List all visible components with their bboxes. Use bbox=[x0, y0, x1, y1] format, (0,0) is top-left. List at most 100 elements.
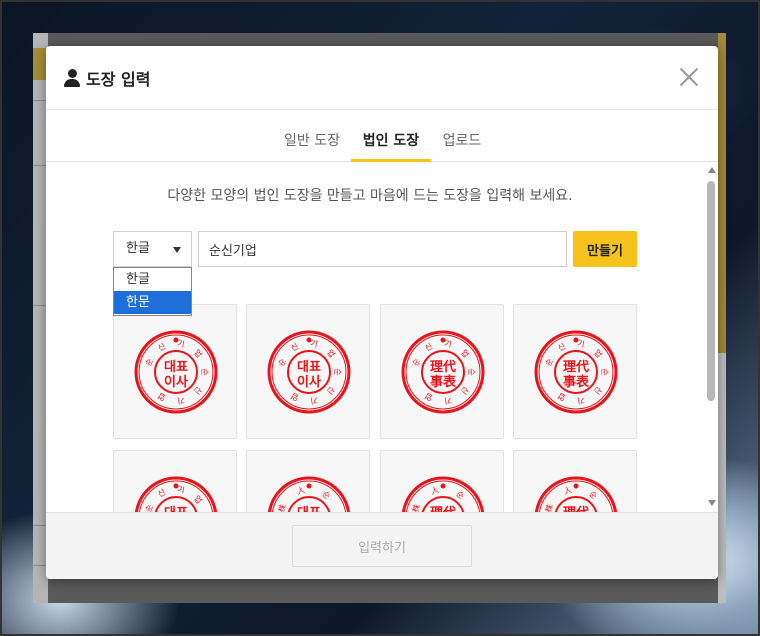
svg-text:事表: 事表 bbox=[430, 374, 457, 390]
svg-text:신: 신 bbox=[156, 488, 167, 499]
modal-header: 도장 입력 bbox=[46, 46, 718, 110]
seal-stamp-image: 순신 기업순신기업理代事表 bbox=[534, 330, 618, 414]
svg-text:순: 순 bbox=[467, 368, 476, 375]
svg-text:순: 순 bbox=[544, 357, 555, 367]
svg-text:신: 신 bbox=[289, 342, 300, 353]
seal-card[interactable]: 株人순신기업대표이사 bbox=[246, 450, 370, 512]
svg-text:人: 人 bbox=[430, 485, 440, 496]
content-scrollbar[interactable] bbox=[705, 163, 718, 512]
dropdown-option-hangul[interactable]: 한글 bbox=[114, 268, 191, 291]
svg-text:기: 기 bbox=[177, 339, 186, 349]
background-divider bbox=[33, 565, 47, 566]
tab-corporate-seal[interactable]: 법인 도장 bbox=[351, 130, 431, 162]
dropdown-option-hanja[interactable]: 한문 bbox=[114, 291, 191, 314]
svg-text:理代: 理代 bbox=[563, 359, 589, 375]
submit-button[interactable]: 입력하기 bbox=[292, 525, 472, 567]
svg-text:업: 업 bbox=[289, 391, 300, 402]
seal-card[interactable]: 순 신 기 업 순 신 기 업 理代 事表 bbox=[380, 304, 504, 439]
seal-content-area: 다양한 모양의 법인 도장을 만들고 마음에 드는 도장을 입력해 보세요. 한… bbox=[46, 163, 718, 512]
svg-text:순: 순 bbox=[411, 357, 422, 367]
svg-text:기: 기 bbox=[177, 395, 186, 405]
svg-text:업: 업 bbox=[192, 348, 204, 359]
background-divider bbox=[33, 305, 47, 306]
svg-text:기: 기 bbox=[444, 395, 453, 405]
svg-text:신: 신 bbox=[423, 342, 434, 353]
seal-card[interactable]: 순신기업순신기업대표이사 bbox=[246, 304, 370, 439]
svg-text:기: 기 bbox=[310, 339, 319, 349]
scrollbar-thumb[interactable] bbox=[707, 181, 715, 401]
svg-text:事表: 事表 bbox=[563, 374, 590, 390]
tab-upload[interactable]: 업로드 bbox=[440, 130, 484, 162]
svg-text:순: 순 bbox=[144, 503, 155, 512]
seal-input-modal: 도장 입력 일반 도장 법인 도장 업로드 다양한 모양의 법인 도장을 만들고… bbox=[46, 46, 718, 579]
svg-text:株: 株 bbox=[543, 503, 555, 512]
svg-text:순: 순 bbox=[454, 489, 465, 501]
svg-text:신: 신 bbox=[459, 385, 471, 396]
svg-text:株: 株 bbox=[410, 503, 422, 512]
svg-text:理代: 理代 bbox=[563, 505, 589, 512]
svg-text:이사: 이사 bbox=[297, 374, 321, 390]
svg-text:대표: 대표 bbox=[297, 360, 321, 375]
svg-text:기: 기 bbox=[577, 339, 586, 349]
svg-text:人: 人 bbox=[563, 485, 573, 496]
svg-text:人: 人 bbox=[296, 485, 306, 496]
svg-text:순: 순 bbox=[200, 368, 209, 375]
svg-text:신: 신 bbox=[592, 385, 604, 396]
svg-text:순: 순 bbox=[144, 357, 155, 367]
background-divider bbox=[33, 165, 47, 166]
svg-text:기: 기 bbox=[444, 339, 453, 349]
chevron-down-icon bbox=[173, 247, 181, 253]
background-divider bbox=[33, 525, 47, 526]
modal-title: 도장 입력 bbox=[86, 70, 151, 89]
svg-text:업: 업 bbox=[592, 348, 604, 359]
seal-stamp-image: 株人순신기업대표이사 bbox=[267, 476, 351, 512]
svg-text:기: 기 bbox=[177, 485, 186, 495]
seal-stamp-image: 순신 기업순신기업理代事表 bbox=[401, 330, 485, 414]
svg-text:순: 순 bbox=[320, 489, 331, 501]
svg-text:理代: 理代 bbox=[430, 505, 456, 512]
svg-text:업: 업 bbox=[156, 391, 167, 402]
description-text: 다양한 모양의 법인 도장을 만들고 마음에 드는 도장을 입력해 보세요. bbox=[167, 188, 573, 204]
svg-text:대표: 대표 bbox=[164, 360, 188, 375]
svg-text:신: 신 bbox=[556, 342, 567, 353]
tab-general-seal[interactable]: 일반 도장 bbox=[282, 130, 342, 162]
seal-stamp-image: 순신기업순신기업대표이사 bbox=[267, 330, 351, 414]
svg-text:업: 업 bbox=[192, 494, 204, 505]
seal-stamp-image: 순신기업순신기업대표이사 bbox=[134, 476, 218, 512]
svg-text:株: 株 bbox=[276, 503, 288, 512]
svg-text:기: 기 bbox=[577, 395, 586, 405]
svg-text:업: 업 bbox=[423, 391, 434, 402]
svg-text:순: 순 bbox=[600, 368, 609, 375]
background-right-strip bbox=[718, 33, 726, 603]
svg-text:신: 신 bbox=[156, 342, 167, 353]
svg-text:순: 순 bbox=[333, 368, 342, 375]
modal-title-group: 도장 입력 bbox=[64, 66, 150, 90]
user-icon bbox=[64, 69, 80, 87]
seal-stamp-image: 株人순신기업理代事表 bbox=[401, 476, 485, 512]
svg-text:이사: 이사 bbox=[164, 374, 188, 390]
seal-card[interactable]: 株人순신기업理代事表 bbox=[380, 450, 504, 512]
scroll-down-arrow-icon[interactable] bbox=[708, 500, 716, 506]
seal-card[interactable]: 株人순신기업理代事表 bbox=[513, 450, 637, 512]
background-app-tab bbox=[33, 48, 47, 80]
svg-text:신: 신 bbox=[192, 385, 204, 396]
svg-text:업: 업 bbox=[325, 348, 337, 359]
svg-text:기: 기 bbox=[310, 395, 319, 405]
background-divider bbox=[33, 100, 47, 101]
seal-stamp-image: 株人순신기업理代事表 bbox=[534, 476, 618, 512]
svg-text:업: 업 bbox=[556, 391, 567, 402]
seal-card[interactable]: 순신기업순신기업대표이사 bbox=[113, 304, 237, 439]
seal-stamp-image: 순신기업순신기업대표이사 bbox=[134, 330, 218, 414]
svg-text:업: 업 bbox=[459, 348, 471, 359]
script-select-value: 한글 bbox=[126, 241, 150, 256]
seal-card[interactable]: 순신기업순신기업대표이사 bbox=[113, 450, 237, 512]
company-name-input[interactable] bbox=[198, 231, 567, 267]
close-icon[interactable] bbox=[676, 64, 702, 90]
make-seal-button[interactable]: 만들기 bbox=[573, 231, 637, 267]
script-dropdown: 한글 한문 bbox=[113, 267, 192, 316]
scroll-up-arrow-icon[interactable] bbox=[708, 167, 716, 173]
svg-text:理代: 理代 bbox=[430, 359, 456, 375]
script-select[interactable]: 한글 bbox=[113, 231, 192, 267]
seal-card[interactable]: 순 신 기 업 순 신 기 업 理代 事表 bbox=[513, 304, 637, 439]
svg-text:신: 신 bbox=[325, 385, 337, 396]
